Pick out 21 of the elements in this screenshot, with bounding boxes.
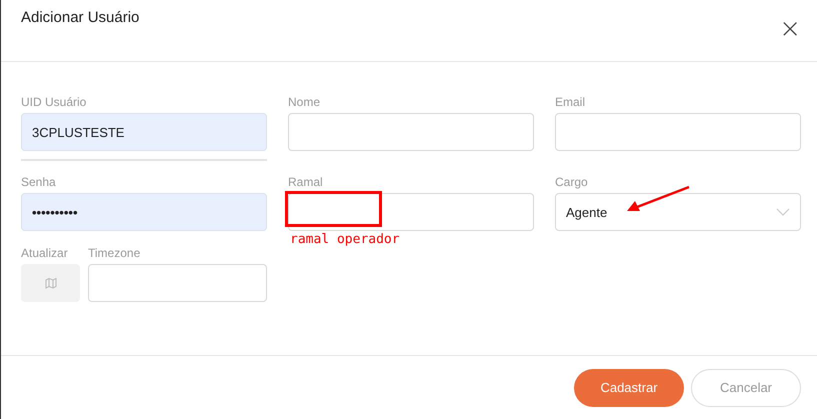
annotation-text: ramal operador <box>290 232 400 247</box>
field-label: Email <box>555 94 586 111</box>
field-label: UID Usuário <box>21 94 88 111</box>
chevron-down-icon <box>776 208 790 216</box>
input-field[interactable]: 3CPLUSTESTE <box>21 113 267 151</box>
field-label: Atualizar <box>21 245 69 262</box>
close-button[interactable]: × <box>779 16 801 42</box>
input-field[interactable] <box>288 113 534 151</box>
field-label: Senha <box>21 174 57 191</box>
field-label: Nome <box>288 94 322 111</box>
input-field[interactable] <box>555 113 801 151</box>
field-label: Cargo <box>555 174 589 191</box>
dialog-title: Adicionar Usuário <box>21 9 140 26</box>
password-field[interactable]: •••••••••• <box>21 193 267 231</box>
input-field[interactable] <box>88 264 267 302</box>
input-field[interactable] <box>288 193 534 231</box>
field-label: Ramal <box>288 174 324 191</box>
map-icon <box>44 277 56 289</box>
select-field[interactable]: Agente <box>555 193 801 231</box>
update-button[interactable] <box>21 264 80 302</box>
field-label: Timezone <box>88 245 142 262</box>
